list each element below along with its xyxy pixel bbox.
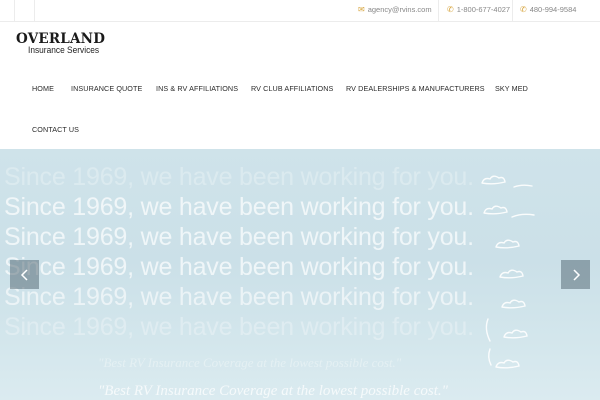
nav-item-rv-club-affiliations[interactable]: RV CLUB AFFILIATIONS [251,84,333,93]
logo-sub-text: Insurance Services [28,45,100,56]
divider [34,0,35,22]
hero-headline: Since 1969, we have been working for you… [4,253,474,281]
chevron-right-icon [572,268,580,281]
divider [512,0,513,22]
email-text: agency@rvins.com [367,5,432,14]
nav-item-sky-med[interactable]: SKY MED [495,84,528,93]
chevron-left-icon [20,268,28,281]
divider [438,0,439,22]
phone-icon: ✆ [447,4,454,14]
hero-tagline: "Best RV Insurance Coverage at the lowes… [98,355,402,370]
nav-item-insurance-quote[interactable]: INSURANCE QUOTE [71,84,142,93]
hero-headline: Since 1969, we have been working for you… [4,193,474,221]
phone-icon: ✆ [520,4,527,14]
cloud-doodles [481,175,535,369]
nav-item-contact-us[interactable]: CONTACT US [32,125,79,134]
nav-item-home[interactable]: HOME [32,84,54,93]
site-logo[interactable]: OVERLAND Insurance Services [16,32,109,56]
nav-item-rv-dealerships[interactable]: RV DEALERSHIPS & MANUFACTURERS [346,84,485,93]
envelope-icon: ✉ [358,4,365,14]
email-link[interactable]: ✉ agency@rvins.com [358,5,432,14]
top-contact-bar: ✉ agency@rvins.com ✆ 1-800-677-4027 ✆ 48… [0,0,600,22]
hero-headline: Since 1969, we have been working for you… [4,223,474,251]
slider-prev-button[interactable] [10,260,39,289]
phone-link-1[interactable]: ✆ 1-800-677-4027 [447,5,510,14]
phone-text-1: 1-800-677-4027 [456,5,511,14]
divider [14,0,15,22]
nav-item-ins-rv-affiliations[interactable]: INS & RV AFFILIATIONS [156,84,238,93]
logo-main-text: OVERLAND [16,31,106,47]
phone-text-2: 480-994-9584 [529,5,577,14]
hero-tagline: "Best RV Insurance Coverage at the lowes… [98,383,448,399]
hero-headline: Since 1969, we have been working for you… [4,163,474,191]
phone-link-2[interactable]: ✆ 480-994-9584 [520,5,576,14]
slider-next-button[interactable] [561,260,590,289]
hero-headline: Since 1969, we have been working for you… [4,283,474,311]
hero-headline: Since 1969, we have been working for you… [4,313,474,341]
hero-slider: Since 1969, we have been working for you… [0,149,600,400]
